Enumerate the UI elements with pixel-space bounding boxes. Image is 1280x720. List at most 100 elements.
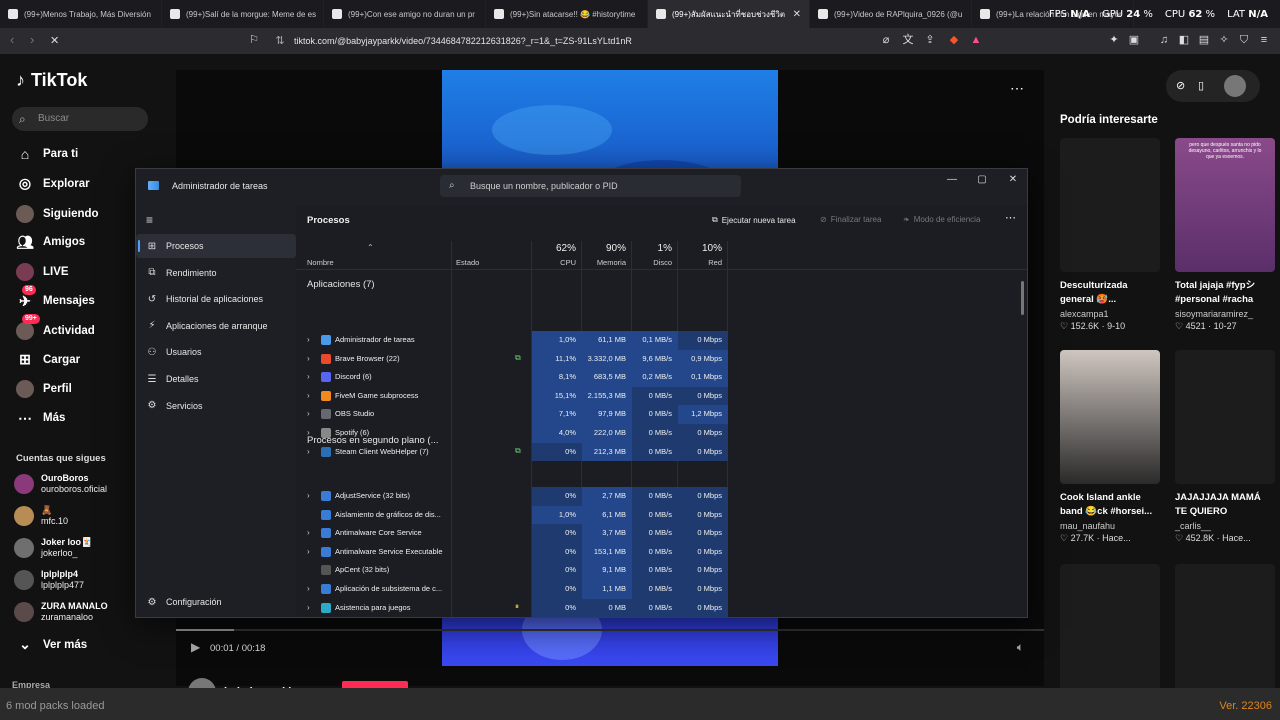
column-network[interactable]: Red xyxy=(678,258,722,267)
suggestion-card[interactable]: Cook Island ankle band 😂ck #horsei... mau… xyxy=(1060,350,1160,544)
network-total[interactable]: 10% xyxy=(678,243,722,254)
nav-item-mensajes[interactable]: ✈ 96 Mensajes xyxy=(16,284,95,310)
end-task-button[interactable]: ⊘ Finalizar tarea xyxy=(820,215,881,224)
card-username[interactable]: alexcampa1 xyxy=(1060,309,1160,319)
no-translate-icon[interactable]: ⌀ xyxy=(880,34,892,46)
column-status[interactable]: Estado xyxy=(456,258,479,267)
volume-icon[interactable]: 🔈︎ xyxy=(1017,640,1024,655)
nav-item-siguiendo[interactable]: Siguiendo xyxy=(16,204,99,223)
user-avatar[interactable] xyxy=(1224,75,1246,97)
screenshot-icon[interactable]: ▣ xyxy=(1128,34,1140,46)
see-more-link[interactable]: ⌄ Ver más xyxy=(16,636,87,653)
vpn-icon[interactable]: ⛉ xyxy=(1238,34,1250,46)
bookmark-icon[interactable]: ⚐ xyxy=(248,34,260,46)
url-field[interactable]: ⇅ tiktok.com/@babyjayparkk/video/7344684… xyxy=(266,31,986,51)
nav-item-cargar[interactable]: ⊞ Cargar xyxy=(16,351,80,368)
memory-total[interactable]: 90% xyxy=(582,243,626,254)
followed-account[interactable]: 🧸 mfc.10 xyxy=(14,505,68,527)
column-name[interactable]: Nombre xyxy=(307,258,334,267)
followed-account[interactable]: Joker loo🃏 jokerloo_ xyxy=(14,537,92,559)
process-row[interactable]: › OBS Studio 7,1% 97,9 MB 0 MB/s 1,2 Mbps xyxy=(296,405,1027,424)
process-row[interactable]: › Brave Browser (22) ⧉ 11,1% 3.332,0 MB 9,6 M… xyxy=(296,349,1027,369)
nav-item-amigos[interactable]: 👥︎ Amigos xyxy=(16,234,85,251)
run-new-task-button[interactable]: ⧉ Ejecutar nueva tarea xyxy=(712,215,796,225)
share-icon[interactable]: ⇪ xyxy=(924,34,936,46)
suggestion-card-placeholder[interactable] xyxy=(1060,564,1160,698)
process-row[interactable]: BraveSoftware Update0%0,1 MB0 MB/s0 Mbps xyxy=(296,617,1028,618)
browser-tab[interactable]: (99+)สัมผัสแนะนำที่ชอบช่วงชีวิต ✕ xyxy=(648,0,810,28)
close-tab-icon[interactable]: ✕ xyxy=(793,9,801,20)
efficiency-mode-button[interactable]: ❧ Modo de eficiencia xyxy=(903,215,980,224)
suggestion-card[interactable]: pero que después santa no pido desayuno,… xyxy=(1175,138,1275,332)
leo-icon[interactable]: ✧ xyxy=(1218,34,1230,46)
process-row[interactable]: › FiveM Game subprocess 15,1% 2.155,3 MB 0 M… xyxy=(296,386,1027,406)
card-caption[interactable]: Cook Island ankle band 😂ck #horsei... xyxy=(1060,491,1160,519)
process-row[interactable]: › Aplicación de subsistema de c... 0% 1,1 M… xyxy=(296,580,1027,599)
tm-nav-details[interactable]: ☰ Detalles xyxy=(136,367,296,391)
tiktok-logo[interactable]: ♪ TikTok xyxy=(16,70,87,91)
hamburger-menu-icon[interactable]: ≡ xyxy=(146,213,153,227)
brave-shields-icon[interactable]: ◆ xyxy=(948,34,960,46)
device-icon[interactable]: ▯ xyxy=(1198,79,1204,92)
followed-account[interactable]: ZURA MANALO zuramanaloo xyxy=(14,601,108,623)
media-icon[interactable]: ♫ xyxy=(1158,34,1170,46)
tm-nav-startup[interactable]: ⚡︎ Aplicaciones de arranque xyxy=(136,314,296,338)
avatar[interactable] xyxy=(14,570,34,590)
close-button[interactable]: ✕ xyxy=(1006,174,1020,185)
suggestion-card[interactable]: Desculturizada general 🥵... alexcampa1 ♡ 1… xyxy=(1060,138,1160,332)
card-username[interactable]: _carlis__ xyxy=(1175,521,1275,531)
expand-chevron-icon[interactable]: › xyxy=(307,335,310,344)
coins-icon[interactable]: ⊘ xyxy=(1176,79,1185,92)
apps-group-header[interactable]: Aplicaciones (7) xyxy=(307,279,375,290)
nav-item-para-ti[interactable]: ⌂ Para ti xyxy=(16,146,78,162)
browser-tab[interactable]: (99+)Salí de la morgue: Meme de es xyxy=(162,0,324,28)
browser-tab[interactable]: (99+)Sin atacarse!! 😂 #historytime xyxy=(486,0,648,28)
scrollbar-thumb[interactable] xyxy=(1021,281,1024,315)
browser-tab[interactable]: (99+)Con ese amigo no duran un pr xyxy=(324,0,486,28)
nav-item-actividad[interactable]: 99+ Actividad xyxy=(16,313,95,340)
nav-item-perfil[interactable]: Perfil xyxy=(16,380,72,399)
process-row[interactable]: › Antimalware Core Service 0% 3,7 MB 0 MB/s 0… xyxy=(296,524,1027,543)
column-disk[interactable]: Disco xyxy=(632,258,672,267)
column-memory[interactable]: Memoria xyxy=(582,258,626,267)
wallet-icon[interactable]: ▤ xyxy=(1198,34,1210,46)
nav-item-explorar[interactable]: ◎ Explorar xyxy=(16,175,90,192)
avatar[interactable] xyxy=(14,538,34,558)
expand-chevron-icon[interactable]: › xyxy=(307,547,310,556)
play-icon[interactable]: ▶ xyxy=(191,640,200,654)
menu-icon[interactable]: ≡ xyxy=(1258,34,1270,46)
minimize-button[interactable]: — xyxy=(945,174,959,185)
tm-nav-performance[interactable]: ⧉ Rendimiento xyxy=(136,261,296,285)
avatar[interactable] xyxy=(14,474,34,494)
card-username[interactable]: sisoymariaramirez_ xyxy=(1175,309,1275,319)
maximize-button[interactable]: ▢ xyxy=(975,174,989,185)
nav-item-mas[interactable]: ⋯ Más xyxy=(16,410,65,427)
process-search-input[interactable]: ⌕ Busque un nombre, publicador o PID xyxy=(440,175,741,197)
tm-nav-users[interactable]: ⚇ Usuarios xyxy=(136,340,296,364)
tm-nav-history[interactable]: ↺ Historial de aplicaciones xyxy=(136,287,296,311)
browser-tab[interactable]: (99+)Video de RAPlquira_0926 (@u xyxy=(810,0,972,28)
process-row[interactable]: › Antimalware Service Executable 0% 153,1 M… xyxy=(296,542,1027,562)
nav-item-live[interactable]: LIVE xyxy=(16,263,69,282)
site-info-icon[interactable]: ⇅ xyxy=(274,35,286,47)
video-thumbnail[interactable] xyxy=(1175,350,1275,484)
video-thumbnail[interactable] xyxy=(1060,138,1160,272)
avatar[interactable] xyxy=(14,506,34,526)
followed-account[interactable]: OuroBoros ouroboros.oficial xyxy=(14,473,107,495)
expand-chevron-icon[interactable]: › xyxy=(307,409,310,418)
expand-chevron-icon[interactable]: › xyxy=(307,528,310,537)
expand-chevron-icon[interactable]: › xyxy=(307,354,310,363)
cpu-total[interactable]: 62% xyxy=(532,243,576,254)
extensions-icon[interactable]: ✦ xyxy=(1108,34,1120,46)
card-caption[interactable]: Total jajaja #fypシ #personal #racha xyxy=(1175,279,1275,307)
background-group-header[interactable]: Procesos en segundo plano (... xyxy=(307,435,439,446)
video-thumbnail[interactable]: pero que después santa no pido desayuno,… xyxy=(1175,138,1275,272)
process-row[interactable]: › Asistencia para juegos ⏸ 0% 0 MB 0 MB/s 0 Mb… xyxy=(296,598,1027,617)
translate-icon[interactable]: 文 xyxy=(902,34,914,46)
suggestion-card[interactable]: JAJAJJAJA MAMÁ TE QUIERO _carlis__ ♡ 452.8… xyxy=(1175,350,1275,544)
video-progress-track[interactable] xyxy=(176,629,1044,631)
stop-loading-icon[interactable]: ✕ xyxy=(50,34,59,47)
column-cpu[interactable]: CPU xyxy=(532,258,576,267)
browser-tab[interactable]: (99+)Menos Trabajo, Más Diversión xyxy=(0,0,162,28)
sidebar-icon[interactable]: ◧ xyxy=(1178,34,1190,46)
